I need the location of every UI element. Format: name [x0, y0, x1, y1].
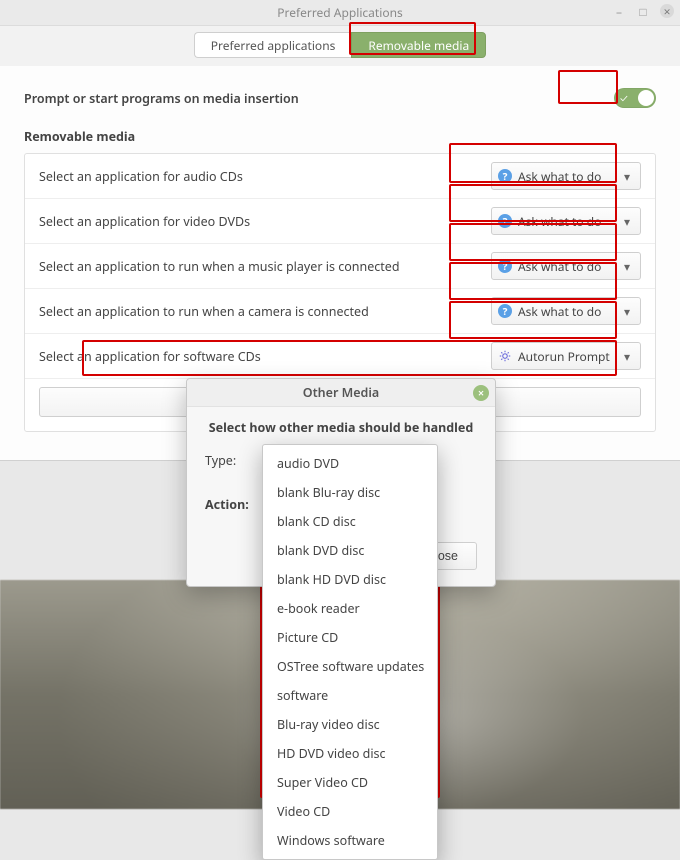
combo-value: Ask what to do	[518, 213, 601, 230]
row-label: Select an application for video DVDs	[39, 213, 250, 230]
switch-knob	[638, 90, 654, 106]
question-icon: ?	[498, 304, 512, 318]
tab-label: Preferred applications	[211, 37, 336, 54]
type-option[interactable]: blank CD disc	[263, 507, 437, 536]
type-option[interactable]: blank DVD disc	[263, 536, 437, 565]
row-label: Select an application for software CDs	[39, 348, 261, 365]
combo-audio-cds[interactable]: ? Ask what to do ▾	[491, 162, 641, 190]
dialog-close-icon[interactable]: ×	[473, 385, 489, 401]
prompt-toggle-switch[interactable]: ✓	[614, 88, 656, 108]
window-title: Preferred Applications	[277, 4, 403, 21]
prompt-toggle-row: Prompt or start programs on media insert…	[24, 88, 656, 108]
type-option[interactable]: blank HD DVD disc	[263, 565, 437, 594]
type-option[interactable]: HD DVD video disc	[263, 739, 437, 768]
row-video-dvds: Select an application for video DVDs ? A…	[25, 199, 655, 244]
window-controls: – □ ×	[612, 4, 674, 18]
tab-removable-media[interactable]: Removable media	[351, 32, 486, 58]
gear-icon	[498, 349, 512, 363]
type-option[interactable]: Video CD	[263, 797, 437, 826]
combo-value: Ask what to do	[518, 168, 601, 185]
chevron-down-icon: ▾	[622, 303, 632, 320]
action-label: Action:	[205, 496, 269, 524]
row-label: Select an application to run when a musi…	[39, 258, 400, 275]
titlebar: Preferred Applications – □ ×	[0, 0, 680, 26]
type-option[interactable]: Blu-ray video disc	[263, 710, 437, 739]
close-icon[interactable]: ×	[660, 4, 674, 18]
combo-value: Ask what to do	[518, 258, 601, 275]
row-audio-cds: Select an application for audio CDs ? As…	[25, 154, 655, 199]
question-icon: ?	[498, 214, 512, 228]
row-label: Select an application for audio CDs	[39, 168, 243, 185]
section-title-removable-media: Removable media	[24, 128, 656, 145]
combo-camera[interactable]: ? Ask what to do ▾	[491, 297, 641, 325]
chevron-down-icon: ▾	[622, 213, 632, 230]
row-camera: Select an application to run when a came…	[25, 289, 655, 334]
combo-value: Autorun Prompt	[518, 348, 610, 365]
maximize-icon[interactable]: □	[636, 4, 650, 18]
combo-software-cds[interactable]: Autorun Prompt ▾	[491, 342, 641, 370]
prompt-toggle-label: Prompt or start programs on media insert…	[24, 90, 299, 107]
chevron-down-icon: ▾	[622, 168, 632, 185]
row-music-player: Select an application to run when a musi…	[25, 244, 655, 289]
type-option[interactable]: blank Blu-ray disc	[263, 478, 437, 507]
question-icon: ?	[498, 169, 512, 183]
type-option[interactable]: Windows software	[263, 826, 437, 855]
question-icon: ?	[498, 259, 512, 273]
dialog-subtitle: Select how other media should be handled	[205, 419, 477, 436]
minimize-icon[interactable]: –	[612, 4, 626, 18]
row-label: Select an application to run when a came…	[39, 303, 369, 320]
dialog-titlebar: Other Media ×	[187, 379, 495, 407]
type-option[interactable]: OSTree software updates	[263, 652, 437, 681]
row-software-cds: Select an application for software CDs A…	[25, 334, 655, 379]
type-option[interactable]: audio DVD	[263, 449, 437, 478]
tab-label: Removable media	[368, 37, 469, 54]
chevron-down-icon: ▾	[622, 258, 632, 275]
type-option[interactable]: Picture CD	[263, 623, 437, 652]
type-dropdown-popup: audio DVDblank Blu-ray discblank CD disc…	[262, 444, 438, 860]
chevron-down-icon: ▾	[622, 348, 632, 365]
combo-video-dvds[interactable]: ? Ask what to do ▾	[491, 207, 641, 235]
type-option[interactable]: e-book reader	[263, 594, 437, 623]
type-label: Type:	[205, 452, 269, 480]
type-option[interactable]: software	[263, 681, 437, 710]
dialog-title: Other Media	[303, 384, 379, 401]
type-option[interactable]: Super Video CD	[263, 768, 437, 797]
tab-preferred-applications[interactable]: Preferred applications	[194, 32, 352, 58]
check-icon: ✓	[620, 91, 628, 106]
combo-music-player[interactable]: ? Ask what to do ▾	[491, 252, 641, 280]
combo-value: Ask what to do	[518, 303, 601, 320]
tab-bar: Preferred applications Removable media	[0, 26, 680, 66]
